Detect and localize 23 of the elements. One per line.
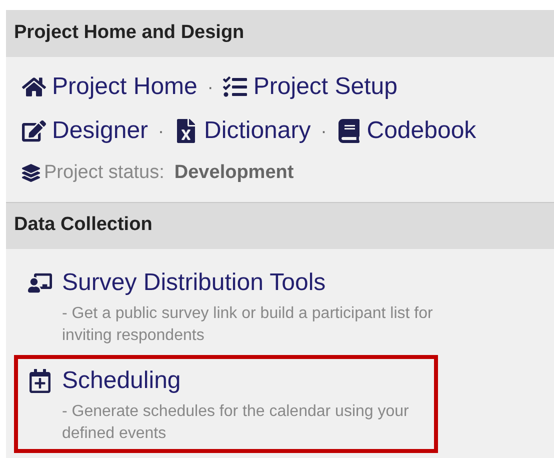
menu-description: - Generate schedules for the calendar using your defined events [62,402,410,444]
menu-link[interactable]: Survey Distribution Tools [28,264,550,300]
nav-link[interactable]: Project Setup [223,69,398,105]
separator-dot: · [320,120,327,142]
book-icon [336,119,361,143]
calendar-plus-icon [28,368,52,392]
layers-icon [22,164,40,182]
edit-icon [22,119,46,143]
status-label: Project status: [44,161,164,185]
checklist-icon [223,75,248,99]
section-title: Project Home and Design [14,21,244,46]
home-icon [22,75,46,99]
menu-description: - Get a public survey link or build a participant list for inviting respondents [62,304,434,346]
menu-link[interactable]: Scheduling [28,362,434,398]
separator-dot: · [207,76,214,98]
separator-dot: · [158,120,164,142]
status-value: Development [174,161,294,185]
nav-link[interactable]: Codebook [336,113,476,149]
presenter-icon [28,270,52,294]
nav-link[interactable]: Dictionary [174,113,311,149]
nav-link[interactable]: Designer [22,113,148,149]
nav-link[interactable]: Project Home [22,69,198,105]
section-title: Data Collection [14,213,152,238]
